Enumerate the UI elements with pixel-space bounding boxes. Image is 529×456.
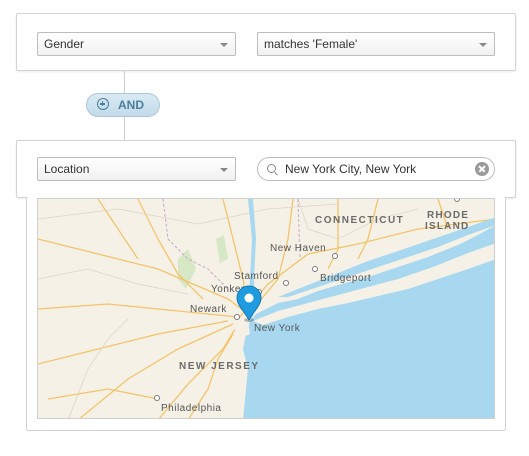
map-label-philadelphia: Philadelphia	[161, 403, 222, 414]
location-search-value: New York City, New York	[285, 162, 417, 176]
filter-card-gender: Gender matches 'Female'	[16, 13, 516, 71]
connector-line-bottom	[124, 117, 125, 140]
search-icon	[267, 164, 276, 173]
map-label-new-york: New York	[254, 323, 301, 334]
location-search-input[interactable]: New York City, New York	[257, 157, 495, 181]
map-label-newark: Newark	[190, 304, 227, 315]
map-label-stamford: Stamford	[234, 271, 279, 282]
map-label-new-haven: New Haven	[270, 243, 326, 254]
map-label-bridgeport: Bridgeport	[320, 273, 371, 284]
map-label-connecticut: CONNECTICUT	[315, 215, 404, 226]
condition-select-label: matches 'Female'	[264, 37, 358, 51]
connector-line-top	[124, 71, 125, 93]
map-label-new-jersey: NEW JERSEY	[179, 361, 260, 372]
and-button[interactable]: AND	[86, 93, 160, 117]
map-label-island: ISLAND	[425, 221, 469, 232]
condition-select-female[interactable]: matches 'Female'	[257, 32, 495, 56]
field-select-label: Location	[44, 162, 90, 176]
chevron-down-icon	[220, 168, 228, 172]
and-button-label: AND	[118, 98, 144, 112]
clear-icon[interactable]	[475, 162, 489, 176]
plus-circle-icon	[97, 98, 109, 110]
field-select-gender[interactable]: Gender	[37, 32, 236, 56]
field-select-location[interactable]: Location	[37, 157, 236, 181]
field-select-label: Gender	[44, 37, 85, 51]
map-label-rhode: RHODE	[427, 210, 469, 221]
chevron-down-icon	[479, 43, 487, 47]
location-map[interactable]: CONNECTICUT RHODE ISLAND New Haven Stamf…	[37, 198, 495, 419]
chevron-down-icon	[220, 43, 228, 47]
